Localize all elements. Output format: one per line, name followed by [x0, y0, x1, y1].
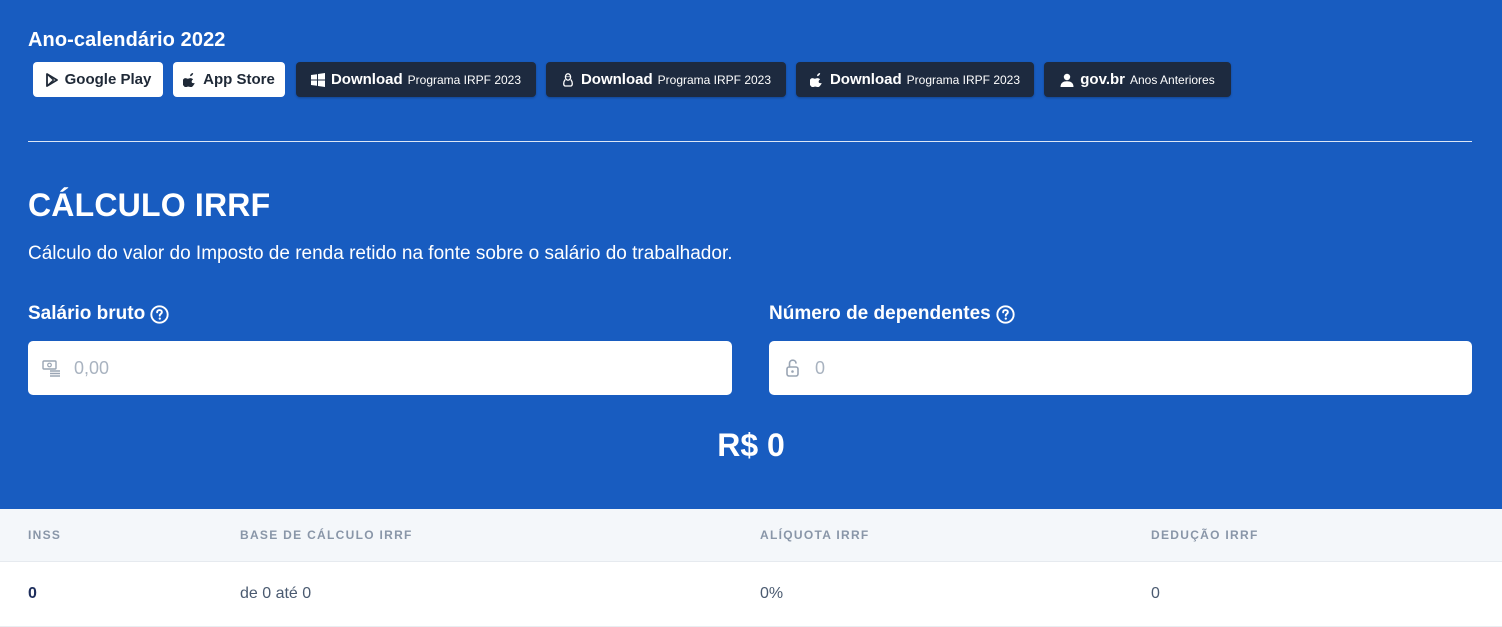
app-store-button[interactable]: App Store — [173, 62, 285, 97]
cell-inss: 0 — [28, 585, 37, 602]
divider — [28, 141, 1472, 142]
google-play-button[interactable]: Google Play — [33, 62, 163, 97]
apple-icon — [183, 72, 197, 87]
hero-section: Ano-calendário 2022 Google Play App Stor… — [0, 0, 1502, 509]
cell-base: de 0 até 0 — [240, 585, 312, 602]
salary-label-text: Salário bruto — [28, 303, 146, 324]
download-mac-sub: Programa IRPF 2023 — [906, 72, 1021, 87]
download-linux-sub: Programa IRPF 2023 — [657, 72, 772, 87]
cell-deducao: 0 — [1151, 585, 1160, 602]
table-header: INSS BASE DE CÁLCULO IRRF ALÍQUOTA IRRF … — [0, 509, 1502, 562]
play-icon — [45, 72, 59, 87]
salary-field[interactable] — [28, 341, 732, 395]
help-icon[interactable] — [996, 304, 1015, 324]
download-linux-button[interactable]: Download Programa IRPF 2023 — [546, 62, 786, 97]
apple-icon — [809, 72, 824, 87]
download-mac-main: Download — [829, 71, 902, 88]
dependents-label-text: Número de dependentes — [769, 303, 991, 324]
salary-input[interactable] — [74, 341, 718, 395]
dependents-label: Número de dependentes — [769, 303, 1015, 325]
download-mac-button[interactable]: Download Programa IRPF 2023 — [796, 62, 1034, 97]
govbr-main: gov.br — [1080, 71, 1125, 88]
cell-aliquota: 0% — [760, 585, 784, 602]
lock-open-icon — [783, 358, 803, 378]
page-title: CÁLCULO IRRF — [28, 187, 271, 223]
govbr-sub: Anos Anteriores — [1130, 72, 1215, 87]
column-header-aliquota: ALÍQUOTA IRRF — [760, 528, 870, 542]
linux-icon — [561, 72, 575, 87]
govbr-button[interactable]: gov.br Anos Anteriores — [1044, 62, 1231, 97]
download-windows-main: Download — [330, 71, 403, 88]
column-header-inss: INSS — [28, 528, 62, 542]
download-windows-sub: Programa IRPF 2023 — [407, 72, 522, 87]
page-description: Cálculo do valor do Imposto de renda ret… — [28, 243, 733, 264]
download-linux-main: Download — [580, 71, 653, 88]
money-icon — [42, 358, 62, 378]
windows-icon — [310, 72, 325, 87]
result-value: R$ 0 — [717, 427, 785, 463]
google-play-label: Google Play — [64, 71, 152, 88]
dependents-field[interactable] — [769, 341, 1472, 395]
app-store-label: App Store — [203, 71, 275, 88]
column-header-deducao: DEDUÇÃO IRRF — [1151, 528, 1259, 542]
salary-label: Salário bruto — [28, 303, 169, 325]
user-icon — [1060, 73, 1074, 87]
download-windows-button[interactable]: Download Programa IRPF 2023 — [296, 62, 536, 97]
column-header-base: BASE DE CÁLCULO IRRF — [240, 528, 413, 542]
help-icon[interactable] — [150, 304, 169, 324]
year-title: Ano-calendário 2022 — [28, 29, 226, 51]
table-row: 0 de 0 até 0 0% 0 — [0, 562, 1502, 627]
dependents-input[interactable] — [815, 341, 1458, 395]
